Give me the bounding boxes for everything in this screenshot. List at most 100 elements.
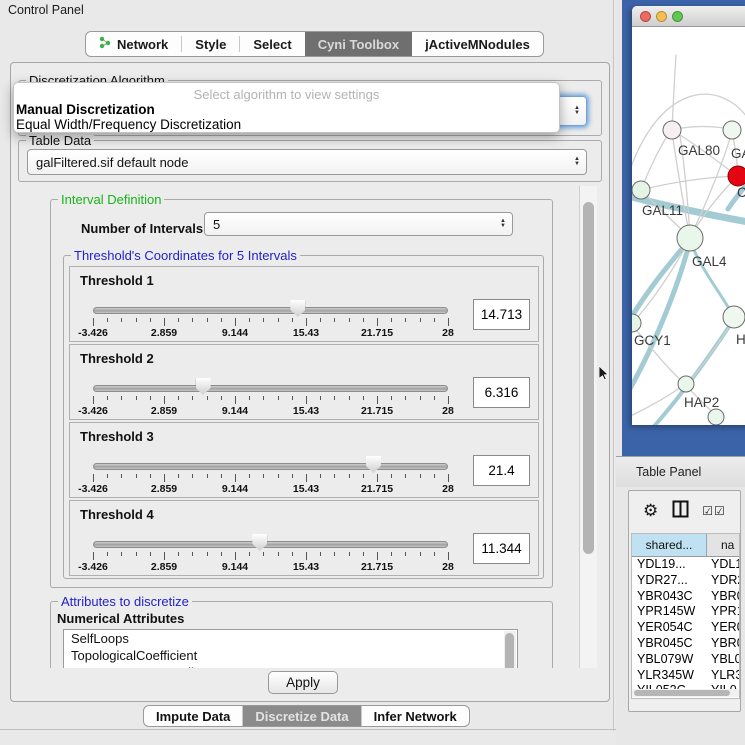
slider-tick (320, 474, 321, 478)
slider-tick (136, 318, 137, 322)
table-row[interactable]: YBR045CYBR0 (632, 636, 739, 652)
algorithm-dropdown-popup: Select algorithm to view settings Manual… (13, 82, 560, 133)
table-cell[interactable]: YBR043C (632, 589, 707, 605)
network-edge[interactable] (641, 132, 670, 190)
slider-thumb[interactable] (290, 300, 305, 317)
table-row[interactable]: YPR145WYPR1 (632, 604, 739, 620)
attributes-scrollbar-thumb[interactable] (505, 633, 514, 668)
column-checkboxes-icon[interactable]: ☑☑ (702, 504, 726, 518)
attribute-list-item[interactable]: SelfLoops (64, 630, 517, 647)
table-cell[interactable]: YER0 (707, 620, 739, 636)
table-row[interactable]: YER054CYER0 (632, 620, 739, 636)
table-cell[interactable]: YPR145W (632, 604, 707, 620)
network-node[interactable] (632, 181, 650, 199)
table-cell[interactable]: YPR1 (707, 604, 739, 620)
slider-tick-label: 15.43 (293, 483, 319, 495)
slider-tick-label: -3.426 (78, 327, 108, 339)
zoom-traffic-light[interactable] (672, 11, 683, 22)
slider-tick (377, 396, 378, 404)
number-of-intervals-combobox[interactable]: 5 ▲▼ (204, 212, 513, 236)
table-row[interactable]: YLR345WYLR3 (632, 668, 739, 684)
network-edge[interactable] (641, 176, 736, 190)
network-node[interactable] (728, 166, 745, 186)
column-header-shared-name[interactable]: shared... (632, 534, 707, 556)
gear-icon[interactable]: ⚙ (643, 501, 658, 521)
table-row[interactable]: YBR043CYBR0 (632, 589, 739, 605)
network-node[interactable] (677, 225, 703, 251)
slider-tick (136, 396, 137, 400)
attribute-list-item[interactable]: TopologicalCoefficient (64, 647, 517, 664)
panel-vertical-scrollbar[interactable] (579, 186, 597, 668)
table-cell[interactable]: YBR0 (707, 589, 739, 605)
network-edge[interactable] (632, 239, 690, 329)
table-cell[interactable]: YBR045C (632, 636, 707, 652)
slider-tick (150, 552, 151, 556)
column-layout-icon[interactable] (672, 500, 689, 523)
network-node[interactable] (678, 376, 694, 392)
threshold-label: Threshold 4 (80, 507, 154, 522)
attributes-scrollbar[interactable] (504, 631, 516, 668)
network-canvas[interactable]: GAL80GACGAL11GAL4HGCY1HAP2 (632, 27, 745, 425)
column-header-name[interactable]: na (707, 534, 739, 556)
table-cell[interactable]: YBL0 (707, 652, 739, 668)
table-cell[interactable]: YLR345W (632, 668, 707, 684)
threshold-value-field[interactable]: 11.344 (473, 533, 530, 564)
slider-track[interactable] (93, 385, 448, 392)
table-scrollbar-thumb[interactable] (634, 690, 730, 696)
slider-track[interactable] (93, 463, 448, 470)
numerical-attributes-list[interactable]: SelfLoopsTopologicalCoefficientBetweenne… (63, 629, 518, 668)
attribute-list-item[interactable]: BetweennessCentrality (64, 664, 517, 668)
table-cell[interactable]: YDR27... (632, 573, 707, 589)
slider-tick (249, 318, 250, 322)
table-cell[interactable]: YBR0 (707, 636, 739, 652)
table-cell[interactable]: YDL19... (632, 557, 707, 573)
minimize-traffic-light[interactable] (656, 11, 667, 22)
tab-impute-data[interactable]: Impute Data (144, 706, 243, 726)
slider-thumb[interactable] (366, 456, 381, 473)
dropdown-item-equal-width-frequency[interactable]: Equal Width/Frequency Discretization (16, 117, 241, 132)
network-edge[interactable] (672, 55, 676, 129)
threshold-value-field[interactable]: 6.316 (473, 377, 530, 408)
tab-network[interactable]: Network (86, 32, 181, 56)
network-node[interactable] (632, 314, 641, 332)
tab-discretize-data[interactable]: Discretize Data (243, 706, 361, 726)
table-cell[interactable]: YBL079W (632, 652, 707, 668)
network-window[interactable]: GAL80GACGAL11GAL4HGCY1HAP2 (632, 6, 745, 425)
table-row[interactable]: YBL079WYBL0 (632, 652, 739, 668)
tab-jactivemnodules[interactable]: jActiveMNodules (412, 32, 543, 56)
table-cell[interactable]: YLR3 (707, 668, 739, 684)
table-cell[interactable]: YER054C (632, 620, 707, 636)
node-table[interactable]: shared... na YDL19...YDL1YDR27...YDR2YBR… (631, 533, 740, 699)
tab-cyni-toolbox[interactable]: Cyni Toolbox (305, 32, 412, 56)
close-traffic-light[interactable] (640, 11, 651, 22)
table-cell[interactable]: YDL1 (707, 557, 739, 573)
threshold-value-field[interactable]: 14.713 (473, 299, 530, 330)
tab-style[interactable]: Style (182, 32, 239, 56)
slider-thumb[interactable] (196, 378, 211, 395)
slider-track[interactable] (93, 307, 448, 314)
network-node[interactable] (708, 409, 724, 425)
slider-tick (434, 318, 435, 322)
threshold-value-field[interactable]: 21.4 (473, 455, 530, 486)
panel-scrollbar-thumb[interactable] (583, 202, 594, 554)
network-node-label: C (737, 185, 745, 200)
network-node[interactable] (723, 306, 745, 328)
table-row[interactable]: YDR27...YDR2 (632, 573, 739, 589)
tab-infer-network[interactable]: Infer Network (362, 706, 469, 726)
dropdown-item-manual-discretization[interactable]: Manual Discretization (16, 102, 155, 117)
network-edge[interactable] (690, 241, 734, 317)
apply-button[interactable]: Apply (268, 671, 338, 694)
network-node-label: GCY1 (634, 333, 671, 348)
network-node[interactable] (723, 121, 741, 139)
tab-select[interactable]: Select (240, 32, 304, 56)
slider-thumb[interactable] (252, 534, 267, 551)
network-window-titlebar (632, 6, 745, 27)
table-cell[interactable]: YDR2 (707, 573, 739, 589)
slider-track[interactable] (93, 541, 448, 548)
network-node[interactable] (663, 121, 681, 139)
slider-tick (278, 396, 279, 400)
dropdown-placeholder-item[interactable]: Select algorithm to view settings (14, 87, 559, 102)
table-horizontal-scrollbar[interactable] (632, 689, 739, 697)
table-data-combobox[interactable]: galFiltered.sif default node ▲▼ (27, 149, 587, 175)
table-row[interactable]: YDL19...YDL1 (632, 557, 739, 573)
